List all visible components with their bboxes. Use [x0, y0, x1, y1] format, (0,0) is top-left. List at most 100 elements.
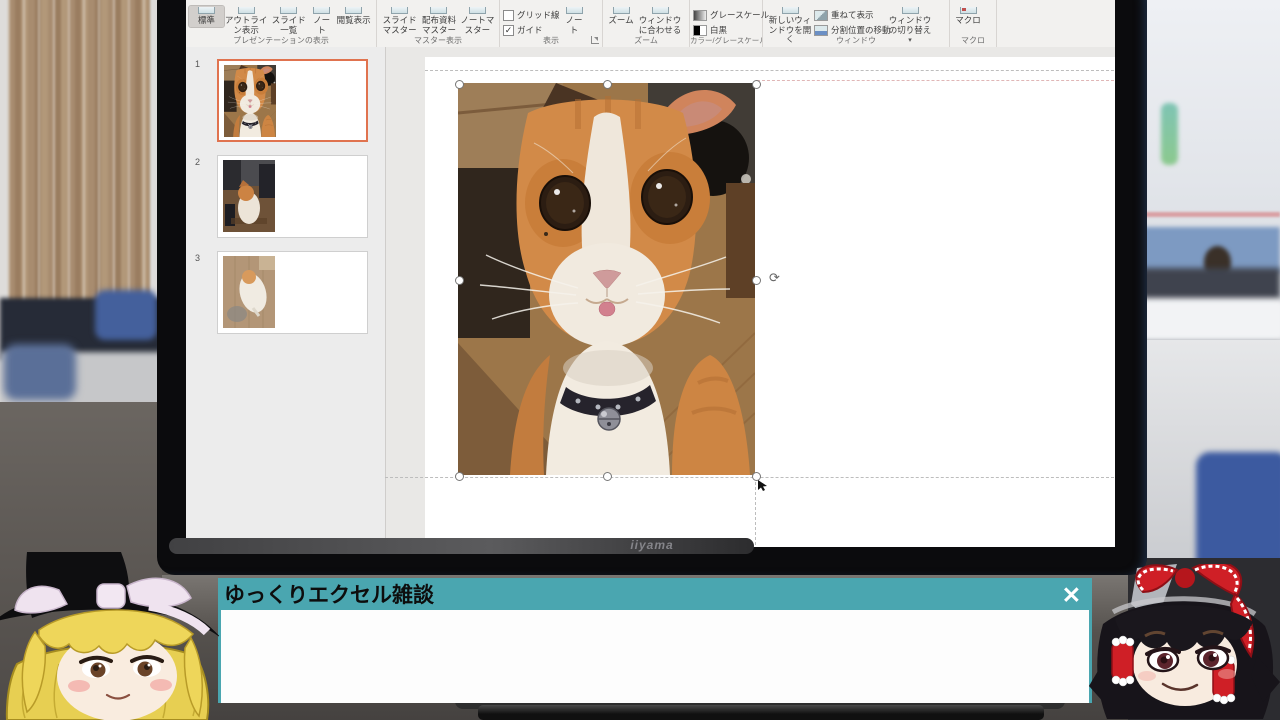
button-label: ズーム	[608, 16, 633, 26]
gridlines-checkbox[interactable]	[503, 10, 514, 21]
guide-line	[385, 477, 1114, 478]
ribbon-group-window: 新しいウィンドウを開く 重ねて表示 分割位置の移動	[763, 0, 950, 47]
gridlines-checkbox-row[interactable]: グリッド線	[503, 9, 561, 21]
slide-thumbnail-1[interactable]	[217, 59, 368, 142]
ribbon-filler	[997, 0, 1115, 47]
group-label: マクロ	[950, 35, 996, 46]
wall-stripe	[1128, 212, 1280, 217]
selection-handle[interactable]	[455, 80, 464, 89]
blue-chair	[4, 344, 76, 400]
monitor-brand-logo: iiyama	[157, 538, 1147, 552]
view-normal-button[interactable]: 標準	[189, 6, 224, 27]
workspace-margin	[386, 47, 1115, 57]
button-label: スライド一覧	[269, 16, 308, 35]
button-label: ノートマスター	[460, 16, 495, 35]
cat-photo-thumbnail	[224, 65, 276, 137]
zoom-button[interactable]: ズーム	[606, 6, 636, 27]
marisa-character	[0, 552, 220, 720]
desk	[1136, 298, 1280, 342]
cat-photo-thumbnail	[223, 160, 275, 232]
button-label: 配布資料マスター	[420, 16, 457, 35]
button-label: アウトライン表示	[225, 16, 268, 35]
view-reading-button[interactable]: 閲覧表示	[334, 6, 373, 27]
new-window-icon	[782, 7, 799, 14]
rotate-handle-icon[interactable]: ⟳	[769, 271, 780, 284]
slide-thumbnail-2[interactable]	[217, 155, 368, 238]
slide-number: 2	[195, 157, 200, 167]
fit-window-icon	[652, 7, 669, 14]
button-label: マクロ	[955, 16, 981, 26]
blue-chair	[95, 290, 157, 340]
ribbon-group-zoom: ズーム ウィンドウに合わせる ズーム	[603, 0, 690, 47]
guides-checkbox[interactable]	[503, 25, 514, 36]
handout-master-button[interactable]: 配布資料マスター	[419, 6, 458, 36]
cat-photo[interactable]	[458, 83, 755, 475]
ribbon-group-presentation-views: 標準 アウトライン表示 スライド一覧 ノート	[186, 0, 377, 47]
cat-photo-thumbnail	[223, 256, 275, 328]
button-label: スライドマスター	[381, 16, 418, 35]
view-notes-page-button[interactable]: ノート	[309, 6, 334, 36]
ribbon-view-tab: 標準 アウトライン表示 スライド一覧 ノート	[186, 0, 1115, 48]
notes-page-icon	[313, 7, 330, 14]
macro-button[interactable]: マクロ	[953, 6, 983, 27]
ribbon-group-color-grayscale: グレースケール 白黒 カラー/グレースケール	[690, 0, 763, 47]
button-label: ノート	[562, 16, 586, 35]
slide-number: 3	[195, 253, 200, 263]
slide-thumbnail-3[interactable]	[217, 251, 368, 334]
button-label: ウィンドウの切り替え	[887, 16, 933, 35]
subtitle-box: ゆっくりエクセル雑談 ✕	[218, 578, 1092, 703]
green-bottle	[1161, 103, 1178, 165]
selection-handle[interactable]	[752, 80, 761, 89]
grayscale-button[interactable]: グレースケール	[693, 9, 769, 21]
checkbox-label: グリッド線	[517, 9, 560, 21]
subtitle-title: ゆっくりエクセル雑談	[221, 581, 434, 610]
video-frame: 標準 アウトライン表示 スライド一覧 ノート	[0, 0, 1280, 720]
button-label: 重ねて表示	[831, 9, 874, 21]
button-label: 標準	[198, 16, 215, 26]
view-slide-sorter-button[interactable]: スライド一覧	[268, 6, 309, 36]
button-label: ノート	[310, 16, 333, 35]
move-split-icon	[814, 25, 828, 36]
slide-number: 1	[195, 59, 200, 69]
notes-icon	[566, 7, 583, 14]
ribbon-group-show: グリッド線 ガイド ノート 表示	[500, 0, 603, 47]
black-white-icon	[693, 25, 707, 36]
view-outline-button[interactable]: アウトライン表示	[224, 6, 269, 36]
group-label: マスター表示	[377, 35, 499, 46]
fit-to-window-button[interactable]: ウィンドウに合わせる	[636, 6, 684, 36]
notes-button[interactable]: ノート	[561, 6, 587, 36]
mouse-cursor-icon	[758, 480, 768, 492]
button-label: ウィンドウに合わせる	[637, 16, 683, 35]
group-label: ズーム	[603, 35, 689, 46]
selection-handle[interactable]	[455, 472, 464, 481]
grayscale-icon	[693, 10, 707, 21]
guide-line	[425, 70, 1114, 71]
button-label: 閲覧表示	[337, 16, 371, 26]
monitor-stand-base	[478, 705, 1044, 720]
macro-icon	[960, 7, 977, 14]
slide-master-button[interactable]: スライドマスター	[380, 6, 419, 36]
slide-thumbnail-panel[interactable]: 1 2 3	[186, 47, 386, 547]
selection-handle[interactable]	[603, 80, 612, 89]
group-label: 表示	[500, 35, 602, 46]
selection-handle[interactable]	[752, 276, 761, 285]
cascade-icon	[814, 10, 828, 21]
slide-canvas[interactable]: ⟳	[425, 57, 1114, 547]
selection-handle[interactable]	[603, 472, 612, 481]
outline-view-icon	[238, 7, 255, 14]
subtitle-body	[221, 610, 1089, 703]
group-label: ウィンドウ	[763, 35, 949, 46]
guide-line	[757, 80, 1114, 81]
powerpoint-window: 標準 アウトライン表示 スライド一覧 ノート	[186, 0, 1115, 547]
selection-handle[interactable]	[455, 276, 464, 285]
button-label: グレースケール	[710, 9, 769, 21]
close-icon[interactable]: ✕	[1062, 581, 1081, 610]
notes-master-button[interactable]: ノートマスター	[459, 6, 496, 36]
reimu-character	[1085, 563, 1280, 720]
cascade-windows-button[interactable]: 重ねて表示	[814, 9, 886, 21]
slide-sorter-icon	[280, 7, 297, 14]
curtain	[8, 0, 150, 340]
switch-windows-icon	[902, 7, 919, 14]
normal-view-icon	[198, 7, 215, 14]
workspace-gutter	[386, 57, 425, 547]
